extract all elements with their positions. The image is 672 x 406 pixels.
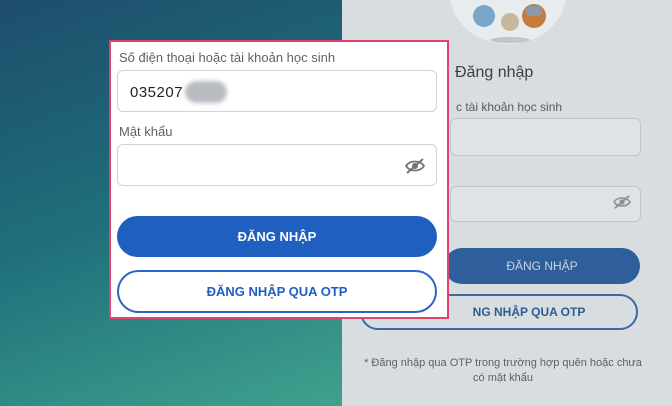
username-label: Số điện thoại hoặc tài khoản học sinh	[119, 50, 336, 65]
background-username-label: c tài khoản học sinh	[456, 100, 563, 114]
redacted-digits	[185, 81, 227, 103]
otp-login-button[interactable]: ĐĂNG NHẬP QUA OTP	[117, 270, 437, 313]
login-button[interactable]: ĐĂNG NHẬP	[117, 216, 437, 257]
username-value: 035207	[130, 84, 184, 101]
eye-slash-icon[interactable]	[612, 194, 632, 210]
otp-note: * Đăng nhập qua OTP trong trường hợp quê…	[364, 357, 642, 384]
background-login-button[interactable]: ĐĂNG NHẬP	[444, 248, 640, 284]
mascot-illustration	[448, 0, 568, 46]
username-input[interactable]: 035207	[117, 70, 437, 112]
background-username-field[interactable]	[450, 118, 641, 156]
highlighted-login-form: Số điện thoại hoặc tài khoản học sinh 03…	[109, 40, 449, 319]
background-title: Đăng nhập	[455, 64, 534, 81]
password-label: Mật khẩu	[119, 124, 173, 139]
eye-slash-icon[interactable]	[404, 157, 426, 175]
password-input[interactable]	[117, 144, 437, 186]
